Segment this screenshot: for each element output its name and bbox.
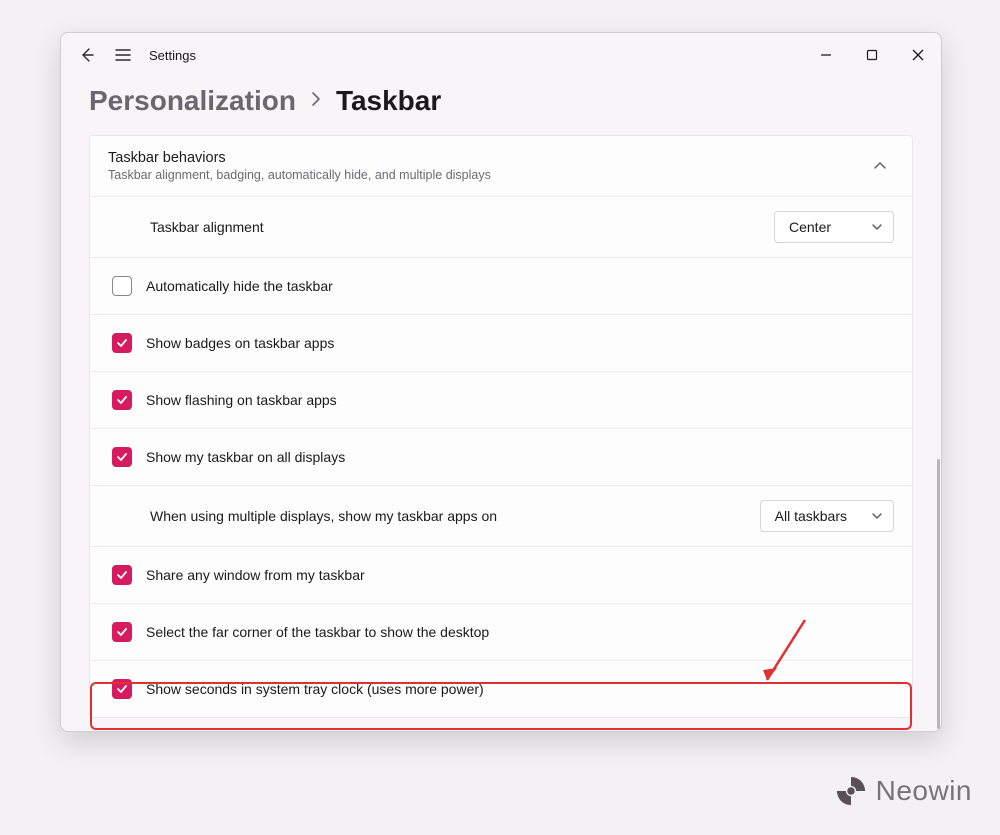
breadcrumb-current: Taskbar (336, 85, 441, 117)
checkbox-share-window[interactable] (112, 565, 132, 585)
minimize-icon (820, 49, 832, 61)
checkmark-icon (116, 451, 128, 463)
card-title: Taskbar behaviors (108, 150, 866, 166)
row-badges: Show badges on taskbar apps (90, 314, 912, 371)
row-label: Show badges on taskbar apps (146, 335, 894, 351)
row-label: Select the far corner of the taskbar to … (146, 624, 894, 640)
scrollbar-thumb[interactable] (937, 459, 940, 729)
alignment-dropdown[interactable]: Center (774, 211, 894, 243)
checkmark-icon (116, 683, 128, 695)
close-icon (912, 49, 924, 61)
row-label: When using multiple displays, show my ta… (150, 508, 760, 524)
chevron-down-icon (871, 221, 883, 233)
checkmark-icon (116, 626, 128, 638)
row-share-window: Share any window from my taskbar (90, 546, 912, 603)
row-far-corner: Select the far corner of the taskbar to … (90, 603, 912, 660)
arrow-left-icon (79, 47, 95, 63)
row-label: Share any window from my taskbar (146, 567, 894, 583)
titlebar: Settings (61, 33, 941, 77)
nav-menu-button[interactable] (105, 33, 141, 77)
row-flashing: Show flashing on taskbar apps (90, 371, 912, 428)
watermark-text: Neowin (876, 775, 972, 807)
checkmark-icon (116, 569, 128, 581)
row-show-seconds: Show seconds in system tray clock (uses … (90, 660, 912, 717)
collapse-button[interactable] (866, 152, 894, 180)
taskbar-behaviors-card: Taskbar behaviors Taskbar alignment, bad… (89, 135, 913, 718)
breadcrumb-parent[interactable]: Personalization (89, 85, 296, 117)
row-label: Show seconds in system tray clock (uses … (146, 681, 894, 697)
row-label: Automatically hide the taskbar (146, 278, 894, 294)
dropdown-value: All taskbars (775, 508, 847, 524)
chevron-right-icon (310, 90, 322, 113)
row-all-displays: Show my taskbar on all displays (90, 428, 912, 485)
row-label: Show my taskbar on all displays (146, 449, 894, 465)
back-button[interactable] (69, 33, 105, 77)
breadcrumb: Personalization Taskbar (61, 77, 941, 135)
row-autohide: Automatically hide the taskbar (90, 257, 912, 314)
checkmark-icon (116, 394, 128, 406)
chevron-down-icon (871, 510, 883, 522)
checkmark-icon (116, 337, 128, 349)
row-multiple-displays: When using multiple displays, show my ta… (90, 485, 912, 546)
watermark: Neowin (836, 775, 972, 807)
checkbox-show-seconds[interactable] (112, 679, 132, 699)
card-header[interactable]: Taskbar behaviors Taskbar alignment, bad… (90, 136, 912, 196)
dropdown-value: Center (789, 219, 831, 235)
checkbox-badges[interactable] (112, 333, 132, 353)
multidisplay-dropdown[interactable]: All taskbars (760, 500, 894, 532)
row-label: Show flashing on taskbar apps (146, 392, 894, 408)
chevron-up-icon (873, 159, 887, 173)
row-taskbar-alignment: Taskbar alignment Center (90, 196, 912, 257)
checkbox-far-corner[interactable] (112, 622, 132, 642)
row-label: Taskbar alignment (150, 219, 774, 235)
maximize-button[interactable] (849, 39, 895, 71)
neowin-logo-icon (836, 776, 866, 806)
app-title: Settings (141, 48, 196, 63)
settings-window: Settings Personalization (60, 32, 942, 732)
close-button[interactable] (895, 39, 941, 71)
checkbox-autohide[interactable] (112, 276, 132, 296)
maximize-icon (866, 49, 878, 61)
card-subtitle: Taskbar alignment, badging, automaticall… (108, 168, 866, 182)
checkbox-flashing[interactable] (112, 390, 132, 410)
window-controls (803, 39, 941, 71)
hamburger-icon (115, 48, 131, 62)
checkbox-all-displays[interactable] (112, 447, 132, 467)
minimize-button[interactable] (803, 39, 849, 71)
